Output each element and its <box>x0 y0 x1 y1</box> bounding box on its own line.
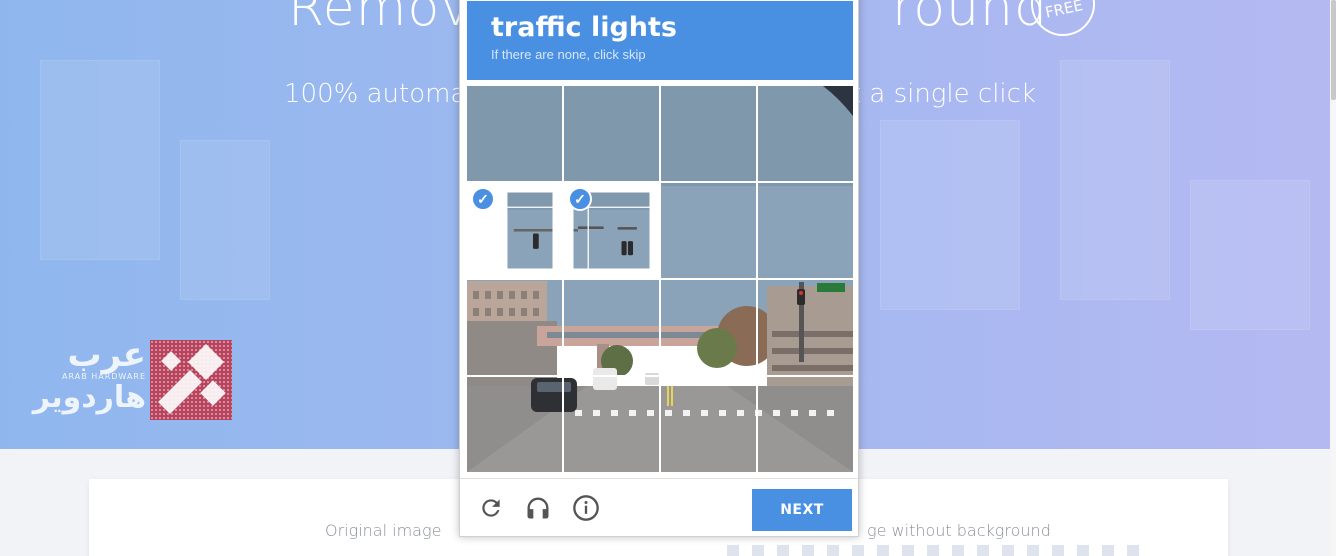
page-title-left: Remov <box>288 0 473 38</box>
no-background-label: ge without background <box>867 521 1051 540</box>
headphones-icon[interactable] <box>523 493 553 523</box>
page-subtitle-right: t a single click <box>850 79 1036 109</box>
next-button[interactable]: NEXT <box>752 489 852 531</box>
captcha-tile[interactable] <box>564 280 659 375</box>
captcha-tile[interactable] <box>564 86 659 181</box>
captcha-hint: If there are none, click skip <box>491 47 646 62</box>
checkmark-icon: ✓ <box>568 187 592 211</box>
captcha-tile-image <box>661 280 756 368</box>
info-icon[interactable] <box>571 493 601 523</box>
captcha-tile-image <box>758 280 853 375</box>
scrollbar-thumb[interactable] <box>1331 0 1336 100</box>
captcha-tile-image <box>507 192 553 269</box>
captcha-tile-image <box>758 86 853 181</box>
captcha-tile[interactable] <box>564 377 659 472</box>
checkmark-icon: ✓ <box>471 187 495 211</box>
captcha-tile[interactable] <box>661 86 756 181</box>
transparency-checkerboard <box>727 545 1147 556</box>
watermark-arabic-bottom: هاردوير <box>32 380 146 415</box>
captcha-tile-image <box>467 280 562 375</box>
page-subtitle-left: 100% automa <box>284 79 467 109</box>
original-image-label: Original image <box>325 521 442 540</box>
captcha-tile[interactable] <box>467 377 562 472</box>
captcha-tile[interactable]: ✓ <box>564 183 659 278</box>
captcha-tile-image <box>661 386 756 472</box>
captcha-tile-image <box>564 377 659 472</box>
watermark-arabic-top: عرب <box>67 335 146 375</box>
captcha-tile-image <box>758 183 853 278</box>
captcha-header: traffic lights If there are none, click … <box>467 1 853 80</box>
captcha-tile[interactable] <box>758 183 853 278</box>
captcha-tile-image <box>564 280 659 375</box>
captcha-tile-image <box>564 86 659 181</box>
captcha-tile-image <box>661 86 756 181</box>
captcha-challenge: traffic lights If there are none, click … <box>459 0 859 537</box>
page-title-right: round <box>892 0 1048 38</box>
free-badge-label: FREE <box>1043 0 1085 22</box>
background-decoration <box>40 60 160 260</box>
background-decoration <box>180 140 270 300</box>
logo-mark-icon <box>150 340 232 420</box>
reload-icon[interactable] <box>476 493 506 523</box>
background-decoration <box>880 120 1020 310</box>
captcha-tile[interactable] <box>661 377 756 472</box>
captcha-footer: NEXT <box>460 478 858 536</box>
captcha-tile[interactable] <box>467 86 562 181</box>
captcha-tile[interactable] <box>758 280 853 375</box>
captcha-tile[interactable] <box>467 280 562 375</box>
captcha-tile[interactable] <box>758 377 853 472</box>
captcha-tile[interactable] <box>661 183 756 278</box>
captcha-tile[interactable] <box>758 86 853 181</box>
background-decoration <box>1060 60 1170 300</box>
captcha-image-grid: ✓ ✓ <box>467 86 853 472</box>
captcha-tile-image <box>661 183 756 278</box>
captcha-tile-image <box>467 86 562 181</box>
watermark-text: عرب ARAB HARDWARE هاردوير <box>16 338 146 414</box>
watermark-logo: عرب ARAB HARDWARE هاردوير <box>16 338 236 422</box>
captcha-tile[interactable] <box>661 280 756 375</box>
captcha-tile[interactable]: ✓ <box>467 183 562 278</box>
background-decoration <box>1190 180 1310 330</box>
captcha-tile-image <box>467 377 562 472</box>
captcha-tile-image <box>758 377 853 472</box>
captcha-target-object: traffic lights <box>491 12 677 43</box>
